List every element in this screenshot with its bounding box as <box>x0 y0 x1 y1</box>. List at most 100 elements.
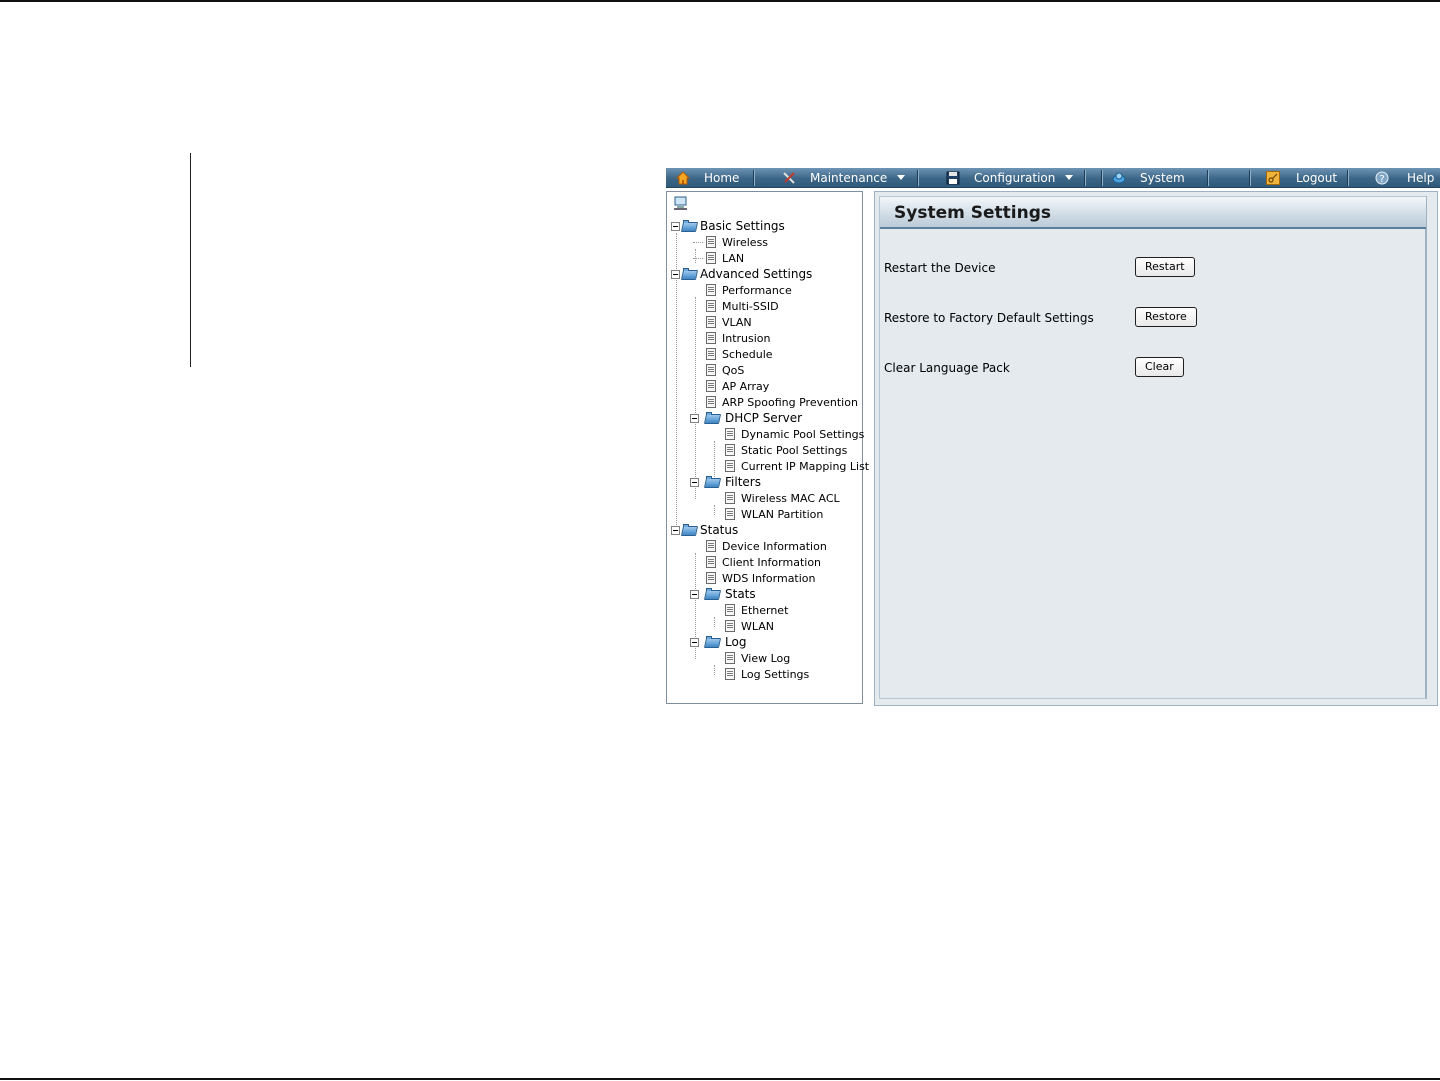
tree-label: Log Settings <box>741 667 810 681</box>
collapse-icon[interactable] <box>671 221 680 231</box>
tree-item-dynamic-pool-settings[interactable]: Dynamic Pool Settings <box>715 426 864 442</box>
tree-label: VLAN <box>722 315 752 329</box>
tree-label: WLAN <box>741 619 775 633</box>
tree-label: Log <box>725 635 747 649</box>
tree-label: Performance <box>722 283 792 297</box>
tree-item-ethernet[interactable]: Ethernet <box>715 602 788 618</box>
page-icon <box>725 604 735 616</box>
page-icon <box>706 236 716 248</box>
tree-folder-basic-settings[interactable]: Basic Settings <box>671 218 785 234</box>
collapse-icon[interactable] <box>690 413 699 423</box>
page-icon <box>706 284 716 296</box>
svg-text:?: ? <box>1379 174 1384 185</box>
page-icon <box>725 620 735 632</box>
navigation-tree: Basic Settings Wireless LAN Advanced Set… <box>666 191 869 704</box>
tree-folder-log[interactable]: Log <box>690 634 746 650</box>
tree-label: Intrusion <box>722 331 771 345</box>
nav-configuration[interactable]: Configuration <box>946 168 1074 187</box>
collapse-icon[interactable] <box>690 637 699 647</box>
tree-item-client-information[interactable]: Client Information <box>696 554 821 570</box>
tree-item-schedule[interactable]: Schedule <box>696 346 773 362</box>
nav-separator <box>1207 170 1209 186</box>
tree-label: WLAN Partition <box>741 507 824 521</box>
tree-label: DHCP Server <box>725 411 803 425</box>
tree-item-intrusion[interactable]: Intrusion <box>696 330 771 346</box>
settings-frame: System Settings Restart the Device Resta… <box>879 196 1427 699</box>
tree-label: Device Information <box>722 539 827 553</box>
restore-row: Restore to Factory Default Settings Rest… <box>880 306 1426 330</box>
nav-home[interactable]: Home <box>676 168 739 187</box>
tree-label: Static Pool Settings <box>741 443 848 457</box>
nav-system-label: System <box>1140 170 1185 185</box>
nav-separator <box>1347 170 1349 186</box>
tree-label: Wireless <box>722 235 769 249</box>
tree-label: AP Array <box>722 379 770 393</box>
page-icon <box>725 444 735 456</box>
folder-open-icon <box>705 412 721 424</box>
page-icon <box>725 492 735 504</box>
tree-item-wireless-mac-acl[interactable]: Wireless MAC ACL <box>715 490 840 506</box>
restart-label: Restart the Device <box>884 261 996 275</box>
chevron-down-icon <box>897 175 906 180</box>
tree-item-device-information[interactable]: Device Information <box>696 538 827 554</box>
tree-folder-stats[interactable]: Stats <box>690 586 756 602</box>
page-icon <box>706 316 716 328</box>
tree-item-ap-array[interactable]: AP Array <box>696 378 769 394</box>
collapse-icon[interactable] <box>690 589 699 599</box>
restart-button[interactable]: Restart <box>1135 257 1195 277</box>
restore-button[interactable]: Restore <box>1135 307 1197 327</box>
collapse-icon[interactable] <box>690 477 699 487</box>
nav-system[interactable]: System <box>1112 168 1185 187</box>
tree-label: Current IP Mapping List <box>741 459 870 473</box>
tree-item-multi-ssid[interactable]: Multi-SSID <box>696 298 779 314</box>
home-icon <box>676 170 690 184</box>
collapse-icon[interactable] <box>671 269 680 279</box>
tree-item-arp-spoofing-prevention[interactable]: ARP Spoofing Prevention <box>696 394 858 410</box>
page-icon <box>706 396 716 408</box>
folder-open-icon <box>705 588 721 600</box>
tree-label: LAN <box>722 251 745 265</box>
clear-language-label: Clear Language Pack <box>884 361 1010 375</box>
tree-item-static-pool-settings[interactable]: Static Pool Settings <box>715 442 847 458</box>
tree-item-wlan[interactable]: WLAN <box>715 618 774 634</box>
nav-configuration-label: Configuration <box>974 170 1056 185</box>
nav-home-label: Home <box>704 170 740 185</box>
nav-logout-label: Logout <box>1296 170 1338 185</box>
page-icon <box>725 428 735 440</box>
tree-folder-dhcp-server[interactable]: DHCP Server <box>690 410 802 426</box>
nav-maintenance-label: Maintenance <box>810 170 888 185</box>
computer-icon <box>674 196 687 210</box>
page-icon <box>725 668 735 680</box>
collapse-icon[interactable] <box>671 525 680 535</box>
nav-logout[interactable]: Logout <box>1266 168 1337 187</box>
tree-folder-advanced-settings[interactable]: Advanced Settings <box>671 266 812 282</box>
clear-button[interactable]: Clear <box>1135 357 1184 377</box>
tree-folder-status[interactable]: Status <box>671 522 738 538</box>
tree-item-wds-information[interactable]: WDS Information <box>696 570 816 586</box>
tree-item-log-settings[interactable]: Log Settings <box>715 666 809 682</box>
tree-label: Advanced Settings <box>700 267 813 281</box>
margin-rule <box>190 153 191 367</box>
tree-item-qos[interactable]: QoS <box>696 362 744 378</box>
nav-help[interactable]: ? Help <box>1375 168 1434 187</box>
tree-label: Stats <box>725 587 756 601</box>
tree-item-performance[interactable]: Performance <box>696 282 792 298</box>
tree-folder-filters[interactable]: Filters <box>690 474 761 490</box>
page-icon <box>706 300 716 312</box>
restore-label: Restore to Factory Default Settings <box>884 311 1094 325</box>
page-icon <box>706 572 716 584</box>
nav-separator <box>753 170 755 186</box>
nav-separator <box>1084 170 1086 186</box>
tree-item-vlan[interactable]: VLAN <box>696 314 752 330</box>
system-gear-icon <box>1112 172 1126 183</box>
tree-item-view-log[interactable]: View Log <box>715 650 790 666</box>
tree-item-current-ip-mapping-list[interactable]: Current IP Mapping List <box>715 458 869 474</box>
key-icon <box>1266 170 1280 185</box>
tree-item-wireless[interactable]: Wireless <box>693 234 769 250</box>
tree-item-wlan-partition[interactable]: WLAN Partition <box>715 506 823 522</box>
nav-maintenance[interactable]: Maintenance <box>782 168 906 187</box>
folder-open-icon <box>705 636 721 648</box>
tree-label: Multi-SSID <box>722 299 779 313</box>
tree-item-lan[interactable]: LAN <box>693 250 745 266</box>
tree-label: WDS Information <box>722 571 816 585</box>
